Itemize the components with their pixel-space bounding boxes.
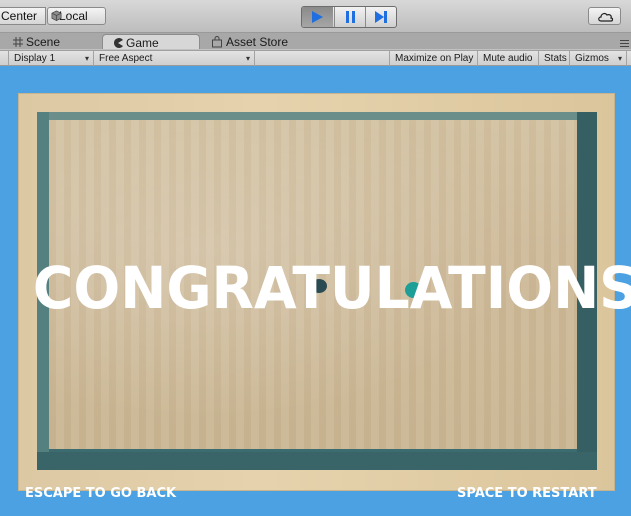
stats-toggle[interactable]: Stats bbox=[539, 51, 570, 66]
maximize-on-play-label: Maximize on Play bbox=[395, 53, 474, 64]
pivot-center-button[interactable]: Center bbox=[0, 7, 46, 25]
restart-hint: SPACE TO RESTART bbox=[457, 486, 597, 501]
local-space-button[interactable]: Local bbox=[47, 7, 106, 25]
main-toolbar: Center Local bbox=[0, 0, 631, 33]
local-space-label: Local bbox=[59, 9, 88, 23]
cloud-icon bbox=[598, 12, 614, 22]
display-select-value: Display 1 bbox=[14, 53, 56, 64]
pivot-center-label: Center bbox=[1, 9, 38, 23]
pause-icon bbox=[346, 11, 355, 23]
tab-scene-label: Scene bbox=[26, 35, 61, 49]
dropdown-arrow-icon: ▾ bbox=[84, 54, 89, 63]
tab-asset-store-label: Asset Store bbox=[226, 35, 289, 49]
game-view-controls: Display 1 ▾ Free Aspect ▾ Maximize on Pl… bbox=[0, 50, 631, 66]
dropdown-arrow-icon: ▾ bbox=[245, 54, 250, 63]
tab-game[interactable]: Game bbox=[102, 34, 200, 50]
pacman-icon bbox=[114, 38, 123, 48]
dropdown-arrow-icon: ▾ bbox=[617, 54, 622, 63]
congratulations-headline: CONGRATULATIONS bbox=[32, 254, 631, 322]
display-select[interactable]: Display 1 ▾ bbox=[8, 51, 94, 66]
maximize-on-play-toggle[interactable]: Maximize on Play bbox=[389, 51, 478, 66]
tab-asset-store[interactable]: Asset Store bbox=[202, 34, 312, 49]
step-button[interactable] bbox=[365, 7, 396, 27]
play-icon bbox=[312, 11, 323, 23]
cloud-button[interactable] bbox=[588, 7, 621, 25]
escape-hint: ESCAPE TO GO BACK bbox=[25, 486, 177, 501]
grid-icon bbox=[13, 37, 23, 47]
pause-button[interactable] bbox=[334, 7, 366, 27]
tab-game-label: Game bbox=[126, 36, 159, 50]
gizmos-label: Gizmos bbox=[575, 53, 609, 64]
gizmos-menu[interactable]: Gizmos ▾ bbox=[570, 51, 627, 66]
cube-icon bbox=[51, 10, 62, 21]
step-icon bbox=[375, 11, 387, 23]
shopping-bag-icon bbox=[212, 36, 222, 48]
stats-label: Stats bbox=[544, 53, 567, 64]
aspect-select[interactable]: Free Aspect ▾ bbox=[94, 51, 255, 66]
mute-audio-label: Mute audio bbox=[483, 53, 533, 64]
tab-scene[interactable]: Scene bbox=[5, 34, 101, 49]
playback-controls bbox=[301, 6, 397, 28]
editor-tab-strip: Scene Game Asset Store bbox=[0, 33, 631, 50]
play-button[interactable] bbox=[302, 7, 333, 27]
panel-menu-icon[interactable] bbox=[620, 40, 629, 49]
mute-audio-toggle[interactable]: Mute audio bbox=[478, 51, 539, 66]
aspect-select-value: Free Aspect bbox=[99, 53, 153, 64]
